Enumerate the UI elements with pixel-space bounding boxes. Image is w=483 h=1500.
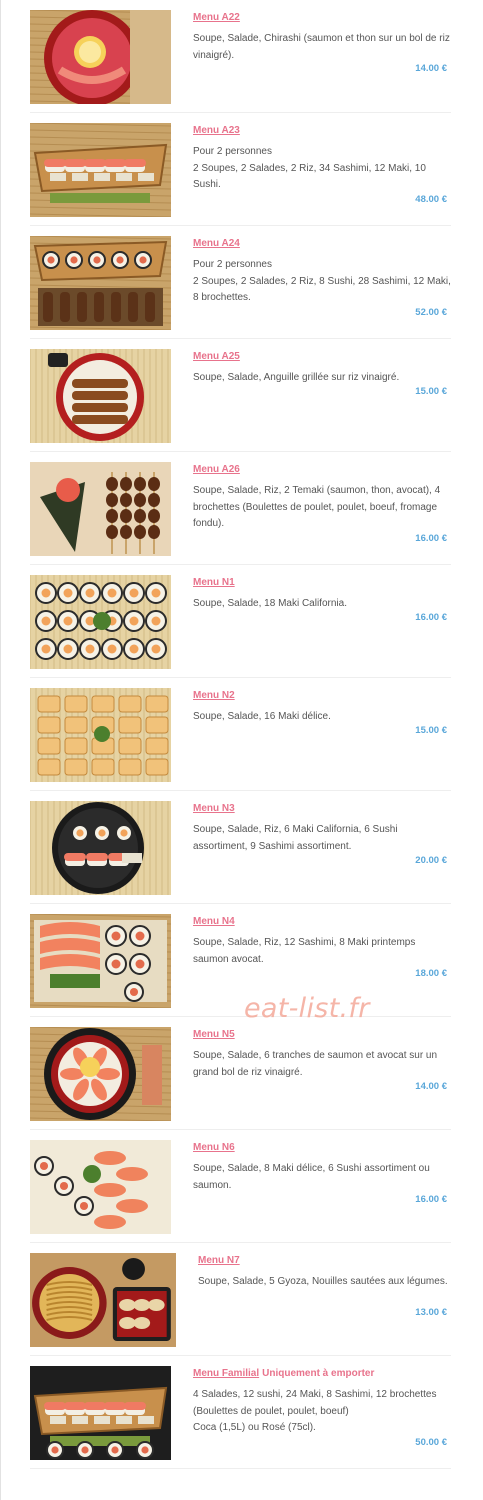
menu-item-price: 16.00 €	[415, 533, 447, 544]
menu-item-photo[interactable]	[30, 1140, 171, 1234]
menu-item-description: Soupe, Salade, Riz, 6 Maki California, 6…	[193, 822, 451, 855]
menu-item-photo[interactable]	[30, 688, 171, 782]
menu-item-description: Soupe, Salade, Chirashi (saumon et thon …	[193, 31, 451, 64]
menu-item-price: 50.00 €	[415, 1437, 447, 1448]
menu-item-photo[interactable]	[30, 123, 171, 217]
menu-item: Menu N5 Soupe, Salade, 6 tranches de saum…	[30, 1017, 451, 1130]
menu-item-description: Pour 2 personnes 2 Soupes, 2 Salades, 2 R…	[193, 144, 451, 194]
menu-item-description-line: Soupe, Salade, 18 Maki California.	[193, 598, 347, 609]
menu-item-price: 15.00 €	[415, 725, 447, 736]
menu-item-description-line: 4 Salades, 12 sushi, 24 Maki, 8 Sashimi,…	[193, 1389, 437, 1417]
menu-item-title-link[interactable]: Menu A22	[193, 12, 240, 23]
watermark: eat-list.fr	[244, 993, 370, 1024]
menu-item-title: Menu Familial	[193, 1368, 260, 1379]
menu-item-description: Soupe, Salade, Riz, 2 Temaki (saumon, th…	[193, 483, 451, 533]
menu-item: Menu A22 Soupe, Salade, Chirashi (saumon …	[30, 0, 451, 113]
menu-item-title: Menu N5	[193, 1029, 235, 1040]
menu-item-title: Menu N4	[193, 916, 235, 927]
menu-item-title: Menu N1	[193, 577, 235, 588]
menu-item-title-link[interactable]: Menu N7	[198, 1255, 240, 1266]
menu-item: Menu N3 Soupe, Salade, Riz, 6 Maki Califo…	[30, 791, 451, 904]
menu-item-title-link[interactable]: Menu N3	[193, 803, 235, 814]
menu-item-description-line: Soupe, Salade, Riz, 2 Temaki (saumon, th…	[193, 485, 441, 529]
menu-item-description: Soupe, Salade, Anguille grillée sur riz …	[193, 370, 451, 387]
menu-item-title: Menu N7	[198, 1255, 240, 1266]
menu-item-photo[interactable]	[30, 349, 171, 443]
menu-item-description: Soupe, Salade, 6 tranches de saumon et a…	[193, 1048, 451, 1081]
menu-item-title: Menu N3	[193, 803, 235, 814]
menu-item-photo[interactable]	[30, 575, 171, 669]
menu-item-title-link[interactable]: Menu A25	[193, 351, 240, 362]
menu-item-title: Menu A26	[193, 464, 240, 475]
menu-item-photo[interactable]	[30, 236, 171, 330]
menu-item-title: Menu A22	[193, 12, 240, 23]
menu-item: Menu A25 Soupe, Salade, Anguille grillée …	[30, 339, 451, 452]
menu-item: Menu N6 Soupe, Salade, 8 Maki délice, 6 S…	[30, 1130, 451, 1243]
menu-item-price: 16.00 €	[415, 612, 447, 623]
menu-item-title-link[interactable]: Menu A23	[193, 125, 240, 136]
page-left-border	[0, 0, 1, 1500]
menu-item-price: 14.00 €	[415, 1081, 447, 1092]
menu-item-title-note: Uniquement à emporter	[262, 1368, 375, 1379]
menu-item-description-line: Soupe, Salade, Chirashi (saumon et thon …	[193, 33, 450, 61]
menu-item-title-link[interactable]: Menu N6	[193, 1142, 235, 1153]
menu-item-photo[interactable]	[30, 801, 171, 895]
menu-item-price: 15.00 €	[415, 386, 447, 397]
menu-item-description-line: Soupe, Salade, 6 tranches de saumon et a…	[193, 1050, 438, 1078]
menu-item: Menu N4 Soupe, Salade, Riz, 12 Sashimi, 8…	[30, 904, 451, 1017]
menu-item-description-line: Coca (1,5L) ou Rosé (75cl).	[193, 1422, 316, 1433]
menu-item-photo[interactable]	[30, 462, 171, 556]
menu-item-description: Soupe, Salade, 18 Maki California.	[193, 596, 451, 613]
menu-item-description-line: Soupe, Salade, 16 Maki délice.	[193, 711, 331, 722]
menu-item-photo[interactable]	[30, 1366, 171, 1460]
menu-item-description-line: Soupe, Salade, 5 Gyoza, Nouilles sautées…	[198, 1276, 448, 1287]
menu-item-photo[interactable]	[30, 1027, 171, 1121]
menu-item-title-link[interactable]: Menu N5	[193, 1029, 235, 1040]
menu-item: Menu A23 Pour 2 personnes 2 Soupes, 2 Sala…	[30, 113, 451, 226]
menu-item-price: 16.00 €	[415, 1194, 447, 1205]
menu-item-description-line: 2 Soupes, 2 Salades, 2 Riz, 8 Sushi, 28 …	[193, 275, 451, 304]
menu-item-description: Soupe, Salade, 5 Gyoza, Nouilles sautées…	[198, 1274, 456, 1291]
menu-item-price: 14.00 €	[415, 63, 447, 74]
menu-item-description-line: Soupe, Salade, 8 Maki délice, 6 Sushi as…	[193, 1163, 430, 1191]
menu-item-photo[interactable]	[30, 914, 171, 1008]
menu-item-description-line: Pour 2 personnes	[193, 146, 272, 157]
menu-item-title: Menu A25	[193, 351, 240, 362]
menu-item-description: Soupe, Salade, 16 Maki délice.	[193, 709, 451, 726]
menu-item-price: 52.00 €	[415, 307, 447, 318]
menu-item-title: Menu A23	[193, 125, 240, 136]
menu-item-photo[interactable]	[30, 1253, 176, 1347]
menu-item: Menu A26 Soupe, Salade, Riz, 2 Temaki (sa…	[30, 452, 451, 565]
menu-item-price: 48.00 €	[415, 194, 447, 205]
menu-item: Menu N2 Soupe, Salade, 16 Maki délice. 15.…	[30, 678, 451, 791]
menu-item-title-link[interactable]: Menu A26	[193, 464, 240, 475]
menu-item-title: Menu N2	[193, 690, 235, 701]
menu-item-description-line: Soupe, Salade, Riz, 12 Sashimi, 8 Maki p…	[193, 937, 416, 965]
menu-item-title-link[interactable]: Menu Familial Uniquement à emporter	[193, 1368, 374, 1379]
menu-item-description: Soupe, Salade, 8 Maki délice, 6 Sushi as…	[193, 1161, 451, 1194]
menu-item-description-line: Soupe, Salade, Anguille grillée sur riz …	[193, 372, 400, 383]
menu-item-title-link[interactable]: Menu N4	[193, 916, 235, 927]
menu-item-price: 20.00 €	[415, 855, 447, 866]
menu-item-price: 18.00 €	[415, 968, 447, 979]
menu-item: Menu N1 Soupe, Salade, 18 Maki California…	[30, 565, 451, 678]
menu-item-description-line: Pour 2 personnes	[193, 259, 272, 270]
menu-item-description: Soupe, Salade, Riz, 12 Sashimi, 8 Maki p…	[193, 935, 451, 968]
menu-item-photo[interactable]	[30, 10, 171, 104]
menu-item-description-line: 2 Soupes, 2 Salades, 2 Riz, 34 Sashimi, …	[193, 162, 426, 191]
menu-item: Menu N7 Soupe, Salade, 5 Gyoza, Nouilles …	[30, 1243, 451, 1356]
menu-item: Menu A24 Pour 2 personnes 2 Soupes, 2 Sala…	[30, 226, 451, 339]
menu-item-description: 4 Salades, 12 sushi, 24 Maki, 8 Sashimi,…	[193, 1387, 451, 1437]
menu-item-description: Pour 2 personnes 2 Soupes, 2 Salades, 2 R…	[193, 257, 451, 307]
menu-item-title: Menu A24	[193, 238, 240, 249]
menu-item-description-line: Soupe, Salade, Riz, 6 Maki California, 6…	[193, 824, 398, 852]
menu-item-title: Menu N6	[193, 1142, 235, 1153]
menu-item: Menu Familial Uniquement à emporter 4 Sal…	[30, 1356, 451, 1469]
menu-item-title-link[interactable]: Menu N1	[193, 577, 235, 588]
menu-item-price: 13.00 €	[415, 1307, 447, 1318]
menu-item-title-link[interactable]: Menu N2	[193, 690, 235, 701]
menu-item-title-link[interactable]: Menu A24	[193, 238, 240, 249]
